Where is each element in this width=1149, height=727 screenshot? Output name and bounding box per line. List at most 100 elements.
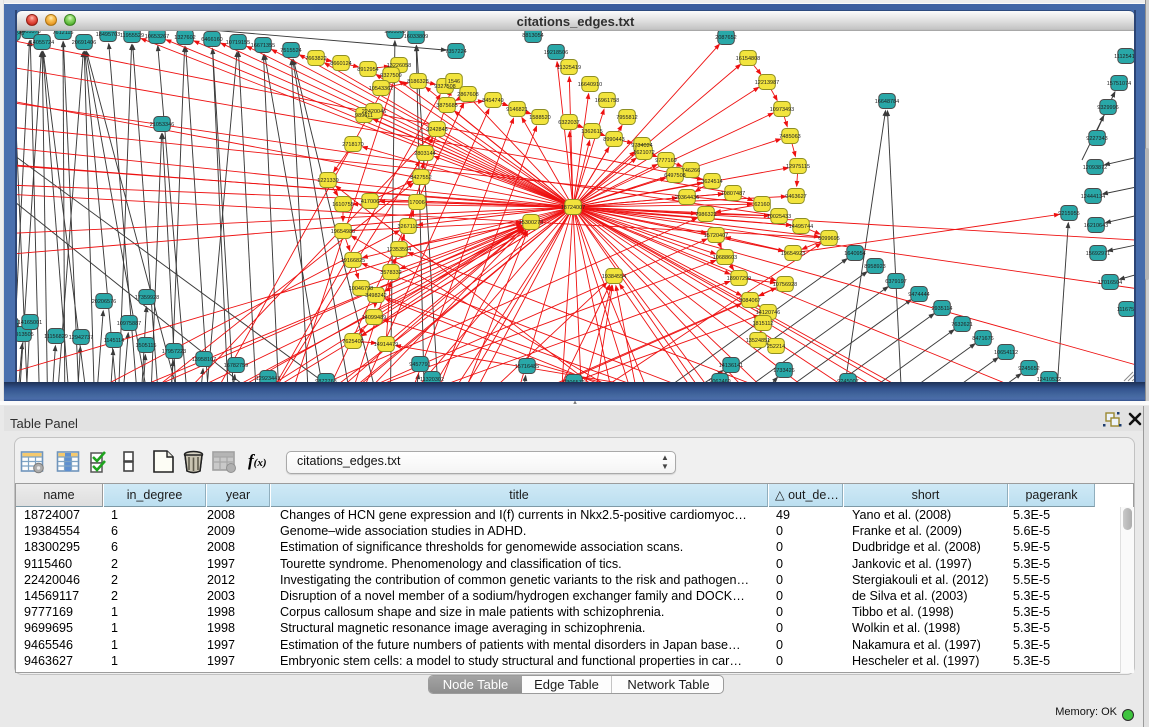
svg-text:19384554: 19384554 [602, 274, 626, 280]
svg-text:8912954: 8912954 [357, 67, 378, 73]
svg-text:1733426: 1733426 [773, 368, 794, 374]
svg-text:10653267: 10653267 [145, 34, 169, 40]
svg-text:10688603: 10688603 [713, 255, 737, 261]
svg-text:1640954: 1640954 [844, 251, 865, 257]
svg-text:7663822: 7663822 [305, 56, 326, 62]
svg-text:18495703: 18495703 [96, 32, 120, 38]
svg-text:18907299: 18907299 [727, 276, 751, 282]
svg-text:20364436: 20364436 [675, 195, 699, 201]
svg-text:1621072: 1621072 [633, 150, 654, 156]
svg-text:9463627: 9463627 [785, 194, 806, 200]
svg-text:16648784: 16648784 [875, 99, 899, 105]
svg-text:62160: 62160 [754, 202, 769, 208]
svg-text:15692971: 15692971 [1086, 251, 1110, 257]
svg-text:15716485: 15716485 [515, 364, 539, 370]
svg-text:9306572: 9306572 [563, 380, 584, 382]
svg-text:11125419: 11125419 [1114, 54, 1134, 60]
svg-text:9245652: 9245652 [1018, 366, 1039, 372]
svg-text:1221339: 1221339 [317, 178, 338, 184]
svg-text:13226058: 13226058 [387, 63, 411, 69]
svg-text:9457791: 9457791 [409, 362, 430, 368]
svg-text:16033809: 16033809 [404, 34, 428, 40]
svg-text:1546: 1546 [448, 79, 460, 85]
svg-text:14914479: 14914479 [374, 342, 398, 348]
svg-text:1145114: 1145114 [104, 338, 125, 344]
svg-text:17016504: 17016504 [1098, 280, 1122, 286]
svg-text:20206576: 20206576 [92, 299, 116, 305]
svg-text:2935114: 2935114 [931, 306, 952, 312]
svg-text:2867608: 2867608 [457, 92, 478, 98]
svg-text:8813054: 8813054 [522, 33, 543, 39]
svg-text:12975115: 12975115 [786, 164, 810, 170]
svg-text:14055724: 14055724 [30, 40, 54, 46]
svg-text:13958107: 13958107 [192, 357, 216, 363]
svg-text:8454749: 8454749 [482, 98, 503, 104]
svg-text:8186328: 8186328 [407, 79, 428, 85]
svg-text:15720407: 15720407 [704, 233, 728, 239]
svg-text:19166825: 19166825 [341, 258, 365, 264]
svg-text:6322037: 6322037 [558, 120, 579, 126]
svg-text:1588520: 1588520 [529, 115, 550, 121]
svg-text:14120746: 14120746 [756, 310, 780, 316]
svg-text:12353594: 12353594 [387, 247, 411, 253]
svg-text:14165001: 14165001 [18, 320, 42, 326]
svg-text:12093872: 12093872 [1083, 165, 1107, 171]
svg-text:12942737: 12942737 [69, 335, 93, 341]
svg-text:14495744: 14495744 [789, 224, 813, 230]
svg-text:2087652: 2087652 [715, 35, 736, 41]
svg-text:16671355: 16671355 [251, 43, 275, 49]
svg-text:1116753: 1116753 [1117, 307, 1134, 313]
svg-text:9734024: 9734024 [631, 143, 652, 149]
svg-text:16210643: 16210643 [1084, 223, 1108, 229]
svg-text:12213987: 12213987 [755, 80, 779, 86]
svg-text:2718170: 2718170 [342, 142, 363, 148]
svg-text:9777169: 9777169 [655, 158, 676, 164]
svg-text:12923443: 12923443 [256, 376, 280, 382]
svg-text:8958923: 8958923 [864, 264, 885, 270]
svg-text:7955812: 7955812 [616, 115, 637, 121]
svg-text:17359928: 17359928 [135, 295, 159, 301]
svg-text:3578332: 3578332 [380, 270, 401, 276]
svg-text:11955529: 11955529 [120, 33, 144, 39]
svg-text:7515524: 7515524 [280, 48, 301, 54]
svg-text:15300273: 15300273 [519, 220, 543, 226]
svg-text:12444134: 12444134 [1081, 194, 1105, 200]
svg-text:11320302: 11320302 [420, 377, 444, 382]
svg-text:6497508: 6497508 [664, 173, 685, 179]
svg-text:9242848: 9242848 [426, 127, 447, 133]
svg-text:21053346: 21053346 [150, 122, 174, 128]
svg-text:1815112: 1815112 [752, 321, 773, 327]
svg-text:16154808: 16154808 [736, 56, 760, 62]
svg-text:17006: 17006 [409, 200, 424, 206]
svg-text:11156829: 11156829 [44, 334, 68, 340]
svg-text:6099695: 6099695 [818, 236, 839, 242]
svg-text:16961758: 16961758 [595, 98, 619, 104]
svg-text:9215955: 9215955 [1058, 211, 1079, 217]
svg-text:12410532: 12410532 [1037, 377, 1061, 382]
svg-text:9605509: 9605509 [384, 31, 405, 35]
svg-text:9329996: 9329996 [1097, 105, 1118, 111]
svg-text:9327509: 9327509 [380, 73, 401, 79]
svg-text:8990443: 8990443 [603, 137, 624, 143]
svg-text:8427552: 8427552 [410, 175, 431, 181]
svg-text:9245007: 9245007 [837, 379, 858, 382]
svg-text:3875685: 3875685 [436, 103, 457, 109]
svg-text:10025433: 10025433 [767, 214, 791, 220]
svg-text:10654112: 10654112 [994, 350, 1018, 356]
svg-text:16640910: 16640910 [578, 82, 602, 88]
svg-text:3624514: 3624514 [701, 179, 722, 185]
svg-text:14136141: 14136141 [719, 363, 743, 369]
svg-text:17957223: 17957223 [162, 349, 186, 355]
svg-text:9474444: 9474444 [908, 292, 929, 298]
svg-text:417006: 417006 [361, 199, 379, 205]
svg-text:3267110: 3267110 [397, 224, 418, 230]
svg-text:14099489: 14099489 [362, 315, 386, 321]
svg-text:6379197: 6379197 [885, 279, 906, 285]
svg-text:20691406: 20691406 [72, 40, 96, 46]
svg-text:18724007: 18724007 [561, 205, 585, 211]
svg-text:9872763: 9872763 [315, 379, 336, 382]
svg-text:8660124: 8660124 [330, 61, 351, 67]
svg-text:9062469: 9062469 [709, 379, 730, 382]
svg-text:10807487: 10807487 [721, 191, 745, 197]
svg-text:16782759: 16782759 [224, 363, 248, 369]
